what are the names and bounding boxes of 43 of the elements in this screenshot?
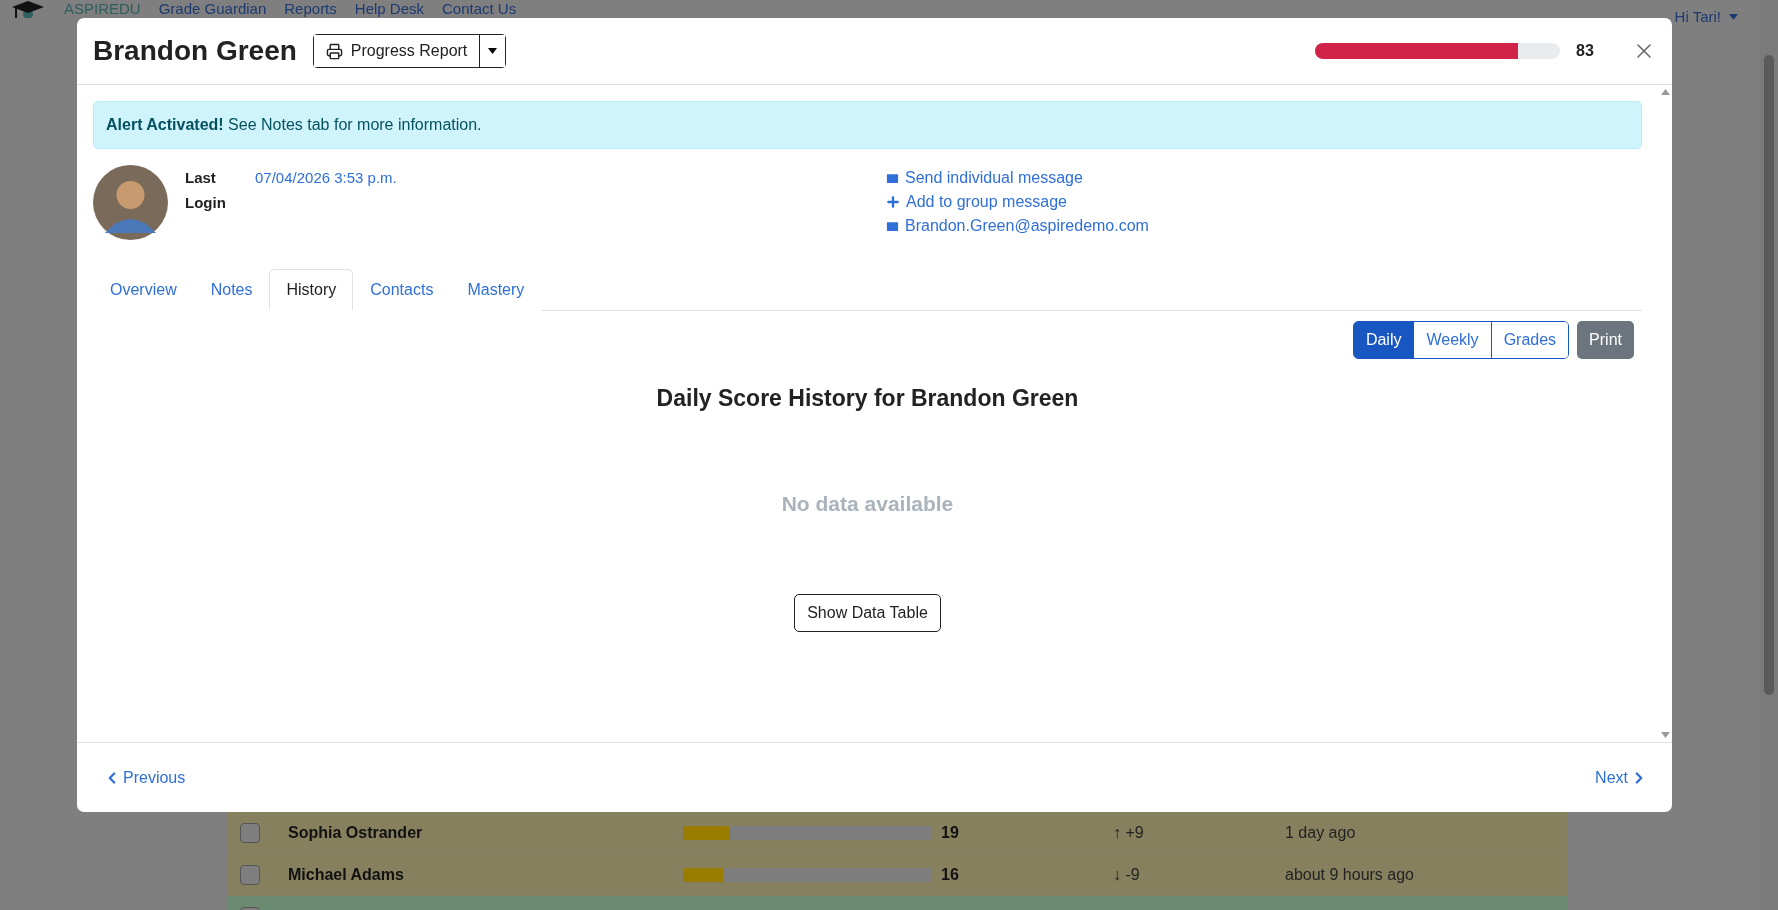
student-row[interactable]: Sophia Ostrander 19 ↑ +9 1 day ago xyxy=(228,812,1568,854)
student-name: Michael Adams xyxy=(288,865,405,884)
score-value: 16 xyxy=(941,865,960,884)
score-change: ↓ -9 xyxy=(1113,865,1141,884)
last-active-time: about 9 hours ago xyxy=(1285,865,1415,884)
nav-link[interactable]: Reports xyxy=(284,0,337,17)
plus-icon xyxy=(885,194,901,210)
checkbox[interactable] xyxy=(240,822,260,843)
caret-icon xyxy=(488,48,498,54)
dialog-title: Brandon Green xyxy=(93,35,297,67)
score-value: 83 xyxy=(1576,42,1595,60)
view-toggle[interactable]: Daily xyxy=(1353,322,1414,358)
nav-link[interactable]: Help Desk xyxy=(354,0,424,17)
last-active-time: 1 day ago xyxy=(1285,823,1357,842)
score-value: 19 xyxy=(941,823,960,842)
scroll-down-icon[interactable] xyxy=(1660,732,1670,738)
next-link[interactable]: Next xyxy=(1595,768,1648,787)
nav-link[interactable]: Grade Guardian xyxy=(158,0,267,17)
printer-icon xyxy=(325,42,343,60)
contact-link[interactable]: Add to group message xyxy=(885,193,1642,211)
graduation-cap-icon xyxy=(10,0,46,18)
previous-link[interactable]: Previous xyxy=(103,768,186,787)
contact-link[interactable]: Send individual message xyxy=(885,169,1642,187)
student-row[interactable]: Michael Adams 16 ↓ -9 about 9 hours ago xyxy=(228,854,1568,896)
alert-message: Alert Activated! See Notes tab for more information. xyxy=(93,101,1642,149)
view-toggle[interactable]: Grades xyxy=(1490,322,1569,358)
tab[interactable]: History xyxy=(269,269,354,311)
empty-message: No data available xyxy=(780,492,955,516)
last-login-value: 07/04/2026 3:53 p.m. xyxy=(255,168,398,188)
score-change: ↑ +9 xyxy=(1113,823,1145,842)
contact-link[interactable]: Brandon.Green@aspiredemo.com xyxy=(885,217,1642,235)
nav-link[interactable]: Contact Us xyxy=(442,0,517,17)
user-menu[interactable]: Hi Tari! xyxy=(1674,8,1738,25)
brand-name: ASPIREDU xyxy=(64,0,141,17)
caret-icon xyxy=(1729,13,1738,20)
checkbox[interactable] xyxy=(240,864,260,885)
dropdown-toggle[interactable] xyxy=(479,35,506,67)
last-login-label: Last Login xyxy=(185,168,227,213)
scroll-up-icon[interactable] xyxy=(1660,89,1670,95)
chart-title: Daily Score History for Brandon Green xyxy=(655,385,1080,412)
print-button[interactable]: Print xyxy=(1577,321,1634,359)
student-name: Sophia Ostrander xyxy=(288,823,424,842)
show-data-table-button[interactable]: Show Data Table xyxy=(794,594,941,632)
